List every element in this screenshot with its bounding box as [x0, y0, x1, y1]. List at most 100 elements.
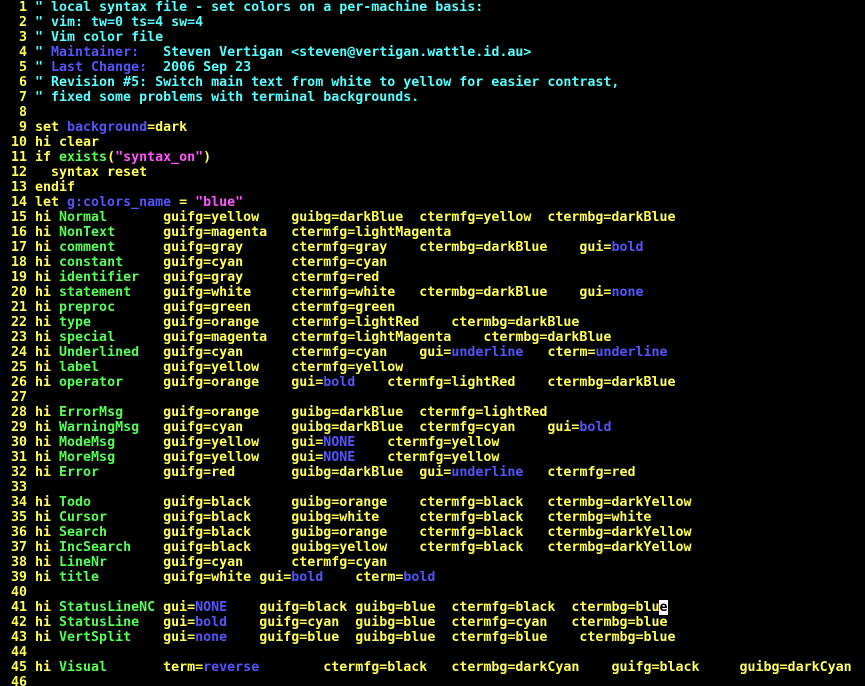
- code-line[interactable]: 29 hi WarningMsg guifg=cyan guibg=darkBlu…: [0, 420, 611, 435]
- code-line[interactable]: 6 " Revision #5: Switch main text from wh…: [0, 75, 619, 90]
- code-line[interactable]: 31 hi MoreMsg guifg=yellow gui=NONE cterm…: [0, 450, 499, 465]
- code-line[interactable]: 40: [0, 585, 35, 600]
- code-line[interactable]: 25 hi label guifg=yellow ctermfg=yellow: [0, 360, 403, 375]
- code-token: statement: [59, 285, 164, 300]
- line-number: 39: [10, 570, 27, 585]
- code-line[interactable]: 22 hi type guifg=orange ctermfg=lightRed …: [0, 315, 579, 330]
- code-line[interactable]: 18 hi constant guifg=cyan ctermfg=cyan: [0, 255, 387, 270]
- code-line[interactable]: 46: [0, 675, 35, 686]
- line-number: 27: [10, 390, 27, 405]
- code-line[interactable]: 20 hi statement guifg=white ctermfg=white…: [0, 285, 643, 300]
- code-line[interactable]: 28 hi ErrorMsg guifg=orange guibg=darkBlu…: [0, 405, 547, 420]
- line-number: 4: [18, 45, 27, 60]
- line-number: 25: [10, 360, 27, 375]
- code-token: gui: [291, 375, 316, 390]
- code-line[interactable]: 19 hi identifier guifg=gray ctermfg=red: [0, 270, 379, 285]
- code-token: ": [35, 60, 52, 75]
- line-number: 2: [18, 15, 27, 30]
- code-token: none: [195, 630, 228, 645]
- code-line[interactable]: 15 hi Normal guifg=yellow guibg=darkBlue …: [0, 210, 676, 225]
- line-number: 35: [10, 510, 27, 525]
- code-line[interactable]: 39 hi title guifg=white gui=bold cterm=bo…: [0, 570, 435, 585]
- code-line[interactable]: 3 " Vim color file: [0, 30, 163, 45]
- code-token: cterm: [355, 570, 396, 585]
- code-token: hi: [35, 360, 60, 375]
- code-token: endif: [35, 180, 76, 195]
- code-line[interactable]: 24 hi Underlined guifg=cyan ctermfg=cyan …: [0, 345, 668, 360]
- code-token: ModeMsg: [59, 435, 164, 450]
- code-line[interactable]: 32 hi Error guifg=red guibg=darkBlue gui=…: [0, 465, 636, 480]
- code-token: MoreMsg: [59, 450, 164, 465]
- code-token: ": [35, 45, 52, 60]
- code-token: hi: [35, 570, 60, 585]
- code-token: bold: [579, 420, 612, 435]
- code-line[interactable]: 8: [0, 105, 35, 120]
- code-line[interactable]: 4 " Maintainer: Steven Vertigan <steven@v…: [0, 45, 531, 60]
- code-line[interactable]: 1 " local syntax file - set colors on a p…: [0, 0, 483, 15]
- code-token: hi: [35, 330, 60, 345]
- code-line[interactable]: 36 hi Search guifg=black guibg=orange cte…: [0, 525, 691, 540]
- line-number: 23: [10, 330, 27, 345]
- line-number: 38: [10, 555, 27, 570]
- code-token: hi: [35, 555, 60, 570]
- code-line[interactable]: 42 hi StatusLine gui=bold guifg=cyan guib…: [0, 615, 668, 630]
- code-token: guifg=green ctermfg=green: [163, 300, 396, 315]
- code-line[interactable]: 34 hi Todo guifg=black guibg=orange cterm…: [0, 495, 691, 510]
- code-token: guifg=yellow ctermfg=yellow: [163, 360, 404, 375]
- code-line[interactable]: 43 hi VertSplit gui=none guifg=blue guibg…: [0, 630, 676, 645]
- code-token: ctermfg=lightRed ctermbg=darkBlue: [355, 375, 676, 390]
- code-token: guifg=cyan guibg=blue ctermfg=cyan cterm…: [227, 615, 668, 630]
- code-token: hi: [35, 540, 60, 555]
- code-token: gui: [163, 600, 188, 615]
- code-line[interactable]: 10 hi clear: [0, 135, 99, 150]
- code-line[interactable]: 35 hi Cursor guifg=black guibg=white cter…: [0, 510, 651, 525]
- code-token: hi: [35, 240, 60, 255]
- vim-editor[interactable]: 1 " local syntax file - set colors on a p…: [0, 0, 865, 686]
- code-line[interactable]: 37 hi IncSearch guifg=black guibg=yellow …: [0, 540, 691, 555]
- line-number: 28: [10, 405, 27, 420]
- code-token: guifg=gray ctermfg=red: [163, 270, 380, 285]
- code-line[interactable]: 41 hi StatusLineNC gui=NONE guifg=black g…: [0, 600, 668, 615]
- line-number: 3: [18, 30, 27, 45]
- code-line[interactable]: 5 " Last Change: 2006 Sep 23: [0, 60, 251, 75]
- code-line[interactable]: 33: [0, 480, 35, 495]
- code-token: guifg=cyan guibg=darkBlue ctermfg=cyan: [163, 420, 548, 435]
- code-line[interactable]: 44: [0, 645, 35, 660]
- line-number: 20: [10, 285, 27, 300]
- code-line[interactable]: 12 syntax reset: [0, 165, 147, 180]
- code-line[interactable]: 38 hi LineNr guifg=cyan ctermfg=cyan: [0, 555, 387, 570]
- code-line[interactable]: 7 " fixed some problems with terminal bac…: [0, 90, 419, 105]
- code-token: hi: [35, 465, 60, 480]
- code-token: hi: [35, 300, 60, 315]
- code-line[interactable]: 11 if exists("syntax_on"): [0, 150, 211, 165]
- code-token: " fixed some problems with terminal back…: [35, 90, 420, 105]
- code-token: hi: [35, 600, 60, 615]
- code-token: hi: [35, 405, 60, 420]
- line-number: 44: [10, 645, 27, 660]
- code-token: hi: [35, 435, 60, 450]
- code-line[interactable]: 17 hi comment guifg=gray ctermfg=gray cte…: [0, 240, 643, 255]
- code-token: ctermfg=black ctermbg=darkCyan guifg=bla…: [259, 660, 852, 675]
- code-token: guifg=black guibg=white ctermfg=black ct…: [163, 510, 652, 525]
- code-line[interactable]: 26 hi operator guifg=orange gui=bold cter…: [0, 375, 676, 390]
- code-line[interactable]: 9 set background=dark: [0, 120, 187, 135]
- line-number: 46: [10, 675, 27, 686]
- code-line[interactable]: 13 endif: [0, 180, 75, 195]
- code-token: ErrorMsg: [59, 405, 164, 420]
- code-line[interactable]: 21 hi preproc guifg=green ctermfg=green: [0, 300, 395, 315]
- code-line[interactable]: 23 hi special guifg=magenta ctermfg=light…: [0, 330, 611, 345]
- code-line[interactable]: 30 hi ModeMsg guifg=yellow gui=NONE cterm…: [0, 435, 499, 450]
- code-token: hi: [35, 510, 60, 525]
- code-token: guifg=cyan ctermfg=cyan: [163, 255, 388, 270]
- line-number: 29: [10, 420, 27, 435]
- code-line[interactable]: 14 let g:colors_name = "blue": [0, 195, 243, 210]
- line-number: 21: [10, 300, 27, 315]
- code-line[interactable]: 16 hi NonText guifg=magenta ctermfg=light…: [0, 225, 451, 240]
- code-token: 2006 Sep 23: [147, 60, 252, 75]
- code-token: hi: [35, 225, 60, 240]
- code-line[interactable]: 2 " vim: tw=0 ts=4 sw=4: [0, 15, 203, 30]
- code-line[interactable]: 45 hi Visual term=reverse ctermfg=black c…: [0, 660, 852, 675]
- code-line[interactable]: 27: [0, 390, 35, 405]
- code-token: guifg=white ctermfg=white ctermbg=darkBl…: [163, 285, 580, 300]
- code-token: guifg=orange: [163, 375, 292, 390]
